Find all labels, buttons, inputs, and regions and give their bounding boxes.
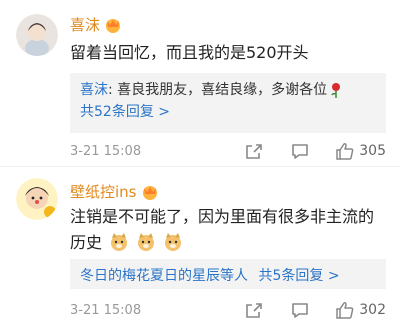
doge-emoji-icon xyxy=(163,232,183,252)
avatar-xi-mo[interactable] xyxy=(16,14,58,56)
doge-emoji-icon xyxy=(109,232,129,252)
reply-arrow[interactable]: > xyxy=(328,268,340,284)
username-2[interactable]: 壁纸控ins xyxy=(70,181,159,202)
username-label[interactable]: 喜沫 xyxy=(70,14,100,35)
comment-meta-2: 3-21 15:08 302 xyxy=(70,299,386,321)
comment-text-line-2: 历史 xyxy=(70,230,386,256)
like-count: 305 xyxy=(359,143,386,159)
reply-box-2[interactable]: 冬日的梅花夏日的星辰等人 共5条回复 > xyxy=(70,259,386,289)
doge-emoji-icon xyxy=(136,232,156,252)
more-replies-link[interactable]: 共52条回复 > xyxy=(80,101,376,123)
vip-crown-icon xyxy=(104,17,122,33)
comment-text-line-2-text: 历史 xyxy=(70,233,103,252)
rose-icon xyxy=(329,82,343,98)
comment-text-2: 注销是不可能了，因为里面有很多非主流的 历史 xyxy=(70,204,386,256)
reply-box-1[interactable]: 喜沫: 喜良我朋友，喜结良缘，多谢各位 共52条回复 > xyxy=(70,73,386,133)
avatar-wallpaper[interactable] xyxy=(16,178,58,220)
like-icon xyxy=(336,143,354,160)
like-count: 302 xyxy=(359,302,386,318)
vip-crown-icon xyxy=(141,184,159,200)
username-label[interactable]: 壁纸控ins xyxy=(70,181,137,202)
comment-text-1: 留着当回忆，而且我的是520开头 xyxy=(70,43,309,62)
username-1[interactable]: 喜沫 xyxy=(70,14,122,35)
reply-username[interactable]: 喜沫 xyxy=(80,82,108,98)
comment-meta-1: 3-21 15:08 305 xyxy=(70,140,386,162)
reply-summary[interactable]: 冬日的梅花夏日的星辰等人 xyxy=(80,268,248,284)
comment-text-line-1: 注销是不可能了，因为里面有很多非主流的 xyxy=(70,207,375,226)
like-icon xyxy=(336,302,354,319)
share-icon[interactable] xyxy=(243,299,265,321)
reply-line: 喜沫: 喜良我朋友，喜结良缘，多谢各位 xyxy=(80,79,376,101)
comment-icon[interactable] xyxy=(289,299,311,321)
reply-summary-line: 冬日的梅花夏日的星辰等人 共5条回复 > xyxy=(80,265,376,287)
reply-count[interactable]: 共5条回复 xyxy=(258,268,323,284)
share-icon[interactable] xyxy=(243,140,265,162)
reply-count-wrap: 共5条回复 > xyxy=(258,268,339,284)
like-button[interactable]: 305 xyxy=(335,141,386,161)
timestamp: 3-21 15:08 xyxy=(70,302,142,318)
reply-text: : 喜良我朋友，喜结良缘，多谢各位 xyxy=(108,82,328,98)
comment-icon[interactable] xyxy=(289,140,311,162)
timestamp: 3-21 15:08 xyxy=(70,143,142,159)
like-button[interactable]: 302 xyxy=(335,300,386,320)
